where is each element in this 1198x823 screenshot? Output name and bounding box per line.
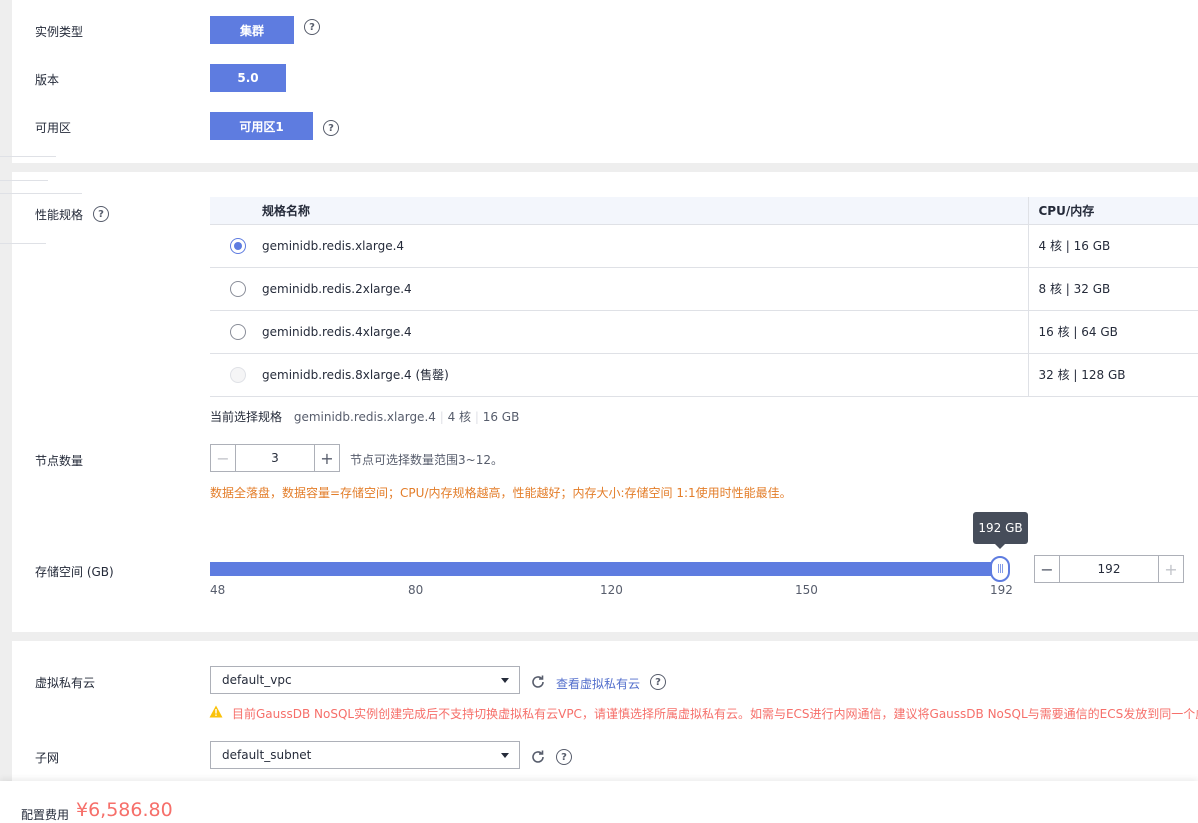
table-row[interactable]: geminidb.redis.xlarge.4 4 核 | 16 GB [210, 224, 1198, 268]
cost-label: 配置费用 [21, 808, 70, 822]
instance-type-label: 实例类型 [35, 25, 84, 39]
spec-name: geminidb.redis.8xlarge.4 (售罄) [262, 353, 1028, 397]
table-row[interactable]: geminidb.redis.4xlarge.4 16 核 | 64 GB [210, 310, 1198, 354]
help-icon[interactable]: ? [93, 206, 109, 222]
spec-label: 性能规格 [35, 208, 84, 222]
spec-cpu: 4 核 | 16 GB [1027, 224, 1198, 268]
current-spec-cpu: 4 核 [447, 410, 472, 424]
current-spec-mem: 16 GB [482, 410, 520, 424]
spec-name-header: 规格名称 [262, 197, 1028, 225]
spec-name: geminidb.redis.4xlarge.4 [262, 310, 1028, 354]
help-icon[interactable]: ? [304, 19, 320, 35]
subnet-select-value: default_subnet [222, 748, 312, 762]
footer-bar: 配置费用 ¥6,586.80 [0, 781, 1198, 823]
vpc-warning-text: 目前GaussDB NoSQL实例创建完成后不支持切换虚拟私有云VPC，请谨慎选… [232, 707, 1198, 721]
instance-type-cluster-option[interactable]: 集群 [210, 16, 294, 44]
storage-increment-button[interactable]: + [1158, 555, 1184, 583]
subnet-label: 子网 [35, 751, 60, 765]
table-row[interactable]: geminidb.redis.2xlarge.4 8 核 | 32 GB [210, 267, 1198, 311]
view-vpc-link[interactable]: 查看虚拟私有云 [556, 675, 640, 692]
refresh-icon[interactable] [530, 674, 546, 690]
warning-icon [209, 705, 223, 718]
spec-cpu: 8 核 | 32 GB [1027, 267, 1198, 311]
storage-label: 存储空间 (GB) [35, 565, 114, 579]
availability-zone-label: 可用区 [35, 121, 72, 135]
spec-radio [230, 366, 246, 383]
storage-slider-fill [210, 562, 1000, 576]
storage-decrement-button[interactable]: − [1034, 555, 1060, 583]
caret-down-icon [501, 753, 509, 758]
spec-cpu-header: CPU/内存 [1027, 197, 1198, 225]
refresh-icon[interactable] [530, 749, 546, 765]
divider [0, 156, 56, 157]
availability-zone-option[interactable]: 可用区1 [210, 112, 313, 140]
vpc-select-value: default_vpc [222, 673, 292, 687]
tooltip-arrow [995, 544, 1005, 549]
storage-tooltip: 192 GB [973, 512, 1028, 544]
spec-cpu: 32 核 | 128 GB [1027, 353, 1198, 397]
vpc-select[interactable]: default_vpc [210, 666, 520, 694]
divider [0, 243, 46, 244]
node-increment-button[interactable]: + [314, 444, 340, 472]
spec-table-header: 规格名称 CPU/内存 [210, 197, 1198, 225]
node-count-hint: 节点可选择数量范围3~12。 [350, 453, 503, 467]
table-row: geminidb.redis.8xlarge.4 (售罄) 32 核 | 128… [210, 353, 1198, 397]
spec-name: geminidb.redis.2xlarge.4 [262, 267, 1028, 311]
grip-icon: ||| [996, 564, 1004, 574]
spec-radio[interactable] [230, 323, 246, 340]
slider-tick: 150 [795, 583, 818, 597]
node-count-label: 节点数量 [35, 454, 84, 468]
help-icon[interactable]: ? [650, 674, 666, 690]
storage-slider-track[interactable] [210, 562, 1000, 576]
slider-tick: 48 [210, 583, 226, 597]
help-icon[interactable]: ? [556, 749, 572, 765]
help-icon[interactable]: ? [323, 120, 339, 136]
spec-name: geminidb.redis.xlarge.4 [262, 224, 1028, 268]
instance-basics-card [12, 0, 1198, 163]
spec-cpu: 16 核 | 64 GB [1027, 310, 1198, 354]
vpc-label: 虚拟私有云 [35, 676, 96, 690]
storage-slider-handle[interactable]: ||| [990, 556, 1010, 582]
version-option[interactable]: 5.0 [210, 64, 286, 92]
slider-tick: 192 [990, 583, 1013, 597]
caret-down-icon [501, 678, 509, 683]
version-label: 版本 [35, 73, 60, 87]
spec-radio[interactable] [230, 280, 246, 297]
current-spec-name: geminidb.redis.xlarge.4 [293, 410, 436, 424]
slider-tick: 120 [600, 583, 623, 597]
current-spec-label: 当前选择规格 [210, 410, 283, 424]
node-decrement-button[interactable]: − [210, 444, 236, 472]
slider-tick: 80 [408, 583, 424, 597]
divider [0, 193, 82, 194]
storage-tooltip-text: 192 GB [978, 521, 1023, 535]
spec-radio[interactable] [230, 237, 246, 254]
divider [0, 180, 48, 181]
cost-value: ¥6,586.80 [76, 799, 173, 821]
storage-warning-text: 数据全落盘，数据容量=存储空间；CPU/内存规格越高，性能越好；内存大小:存储空… [210, 486, 792, 500]
node-count-input[interactable]: 3 [235, 444, 315, 472]
subnet-select[interactable]: default_subnet [210, 741, 520, 769]
spec-table: 规格名称 CPU/内存 geminidb.redis.xlarge.4 4 核 … [210, 197, 1198, 397]
current-spec-summary: 当前选择规格 geminidb.redis.xlarge.4 | 4 核 | 1… [210, 410, 520, 424]
storage-input[interactable]: 192 [1059, 555, 1159, 583]
